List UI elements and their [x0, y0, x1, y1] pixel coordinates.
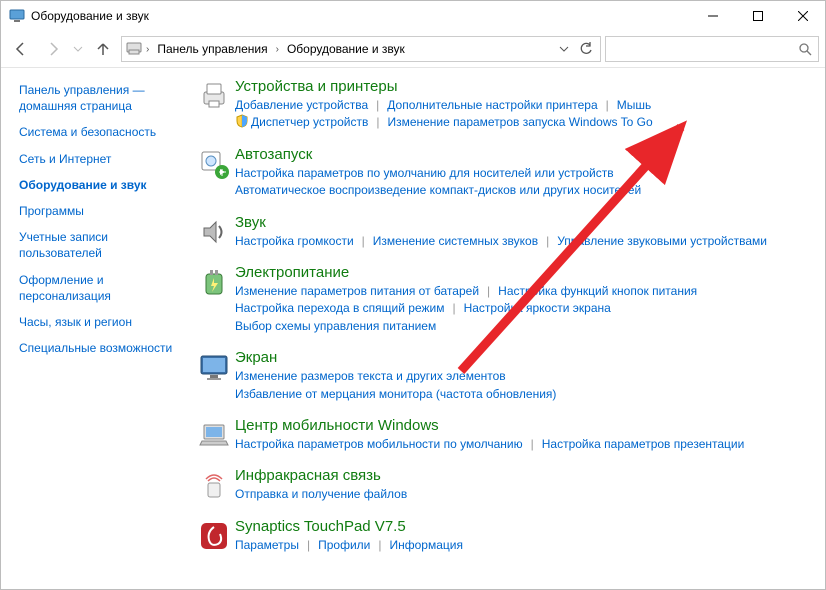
link-separator: | [376, 97, 379, 114]
category-link[interactable]: Автоматическое воспроизведение компакт-д… [235, 182, 641, 199]
category-section: Synaptics TouchPad V7.5 Параметры | Профили… [193, 518, 807, 554]
category-section: Звук Настройка громкости | Изменение систем… [193, 214, 807, 250]
sidebar-item[interactable]: Специальные возможности [19, 340, 183, 356]
link-separator: | [452, 300, 455, 317]
category-section: Экран Изменение размеров текста и других … [193, 349, 807, 403]
category-title[interactable]: Звук [235, 214, 807, 231]
category-links: Отправка и получение файлов [235, 486, 807, 503]
infrared-icon [198, 469, 230, 501]
search-icon [798, 42, 812, 56]
link-separator: | [376, 114, 379, 131]
category-link[interactable]: Диспетчер устройств [235, 114, 368, 131]
link-separator: | [378, 537, 381, 554]
category-links: Изменение размеров текста и других элеме… [235, 368, 807, 403]
content: Устройства и принтеры Добавление устройст… [193, 68, 825, 590]
category-link[interactable]: Профили [318, 537, 370, 554]
chevron-right-icon[interactable]: › [276, 44, 279, 55]
address-icon [126, 41, 142, 57]
minimize-button[interactable] [690, 1, 735, 31]
link-separator: | [531, 436, 534, 453]
forward-button[interactable] [39, 35, 67, 63]
link-separator: | [606, 97, 609, 114]
category-link[interactable]: Дополнительные настройки принтера [387, 97, 597, 114]
category-section: Электропитание Изменение параметров питан… [193, 264, 807, 335]
link-separator: | [546, 233, 549, 250]
category-link[interactable]: Настройка параметров презентации [542, 436, 745, 453]
titlebar: Оборудование и звук [1, 1, 825, 31]
category-link[interactable]: Отправка и получение файлов [235, 486, 407, 503]
category-link[interactable]: Выбор схемы управления питанием [235, 318, 436, 335]
sidebar-item[interactable]: Система и безопасность [19, 124, 183, 140]
link-separator: | [362, 233, 365, 250]
devices-printers-icon [198, 80, 230, 112]
category-links: Изменение параметров питания от батарей|… [235, 283, 807, 335]
category-links: Настройка громкости | Изменение системных … [235, 233, 807, 250]
category-link[interactable]: Настройка перехода в спящий режим [235, 300, 444, 317]
close-button[interactable] [780, 1, 825, 31]
category-link[interactable]: Настройка яркости экрана [464, 300, 611, 317]
address-bar[interactable]: › Панель управления › Оборудование и зву… [121, 36, 601, 62]
sidebar-item[interactable]: Оформление и персонализация [19, 272, 183, 304]
sidebar-item[interactable]: Учетные записи пользователей [19, 229, 183, 261]
refresh-button[interactable] [576, 38, 596, 60]
category-link[interactable]: Избавление от мерцания монитора (частота… [235, 386, 556, 403]
category-title[interactable]: Центр мобильности Windows [235, 417, 807, 434]
window-title: Оборудование и звук [31, 9, 690, 23]
sidebar-item[interactable]: Программы [19, 203, 183, 219]
maximize-button[interactable] [735, 1, 780, 31]
category-section: Автозапуск Настройка параметров по умолча… [193, 146, 807, 200]
up-button[interactable] [89, 35, 117, 63]
search-input[interactable] [605, 36, 819, 62]
category-link[interactable]: Настройка функций кнопок питания [498, 283, 697, 300]
category-section: Инфракрасная связь Отправка и получение ф… [193, 467, 807, 503]
back-button[interactable] [7, 35, 35, 63]
category-title[interactable]: Инфракрасная связь [235, 467, 807, 484]
category-section: Устройства и принтеры Добавление устройст… [193, 78, 807, 132]
breadcrumb-root[interactable]: Панель управления [153, 38, 271, 60]
toolbar: › Панель управления › Оборудование и зву… [1, 31, 825, 68]
category-section: Центр мобильности Windows Настройка парам… [193, 417, 807, 453]
link-separator: | [307, 537, 310, 554]
sidebar-item[interactable]: Панель управления — домашняя страница [19, 82, 183, 114]
category-link[interactable]: Информация [389, 537, 462, 554]
autoplay-icon [198, 148, 230, 180]
category-links: Параметры | Профили | Информация [235, 537, 807, 554]
category-link[interactable]: Изменение параметров питания от батарей [235, 283, 479, 300]
category-title[interactable]: Устройства и принтеры [235, 78, 807, 95]
breadcrumb-current[interactable]: Оборудование и звук [283, 38, 409, 60]
app-icon [9, 8, 25, 24]
mobility-icon [198, 419, 230, 451]
category-links: Настройка параметров мобильности по умол… [235, 436, 807, 453]
shield-icon [235, 114, 249, 128]
recent-dropdown[interactable] [71, 35, 85, 63]
category-links: Настройка параметров по умолчанию для но… [235, 165, 807, 200]
power-icon [198, 266, 230, 298]
category-link[interactable]: Изменение параметров запуска Windows To … [387, 114, 652, 131]
category-link[interactable]: Добавление устройства [235, 97, 368, 114]
category-link[interactable]: Мышь [617, 97, 652, 114]
category-title[interactable]: Экран [235, 349, 807, 366]
sidebar-item[interactable]: Сеть и Интернет [19, 151, 183, 167]
category-title[interactable]: Автозапуск [235, 146, 807, 163]
display-icon [198, 351, 230, 383]
chevron-right-icon[interactable]: › [146, 44, 149, 55]
synaptics-icon [198, 520, 230, 552]
sidebar-item[interactable]: Оборудование и звук [19, 177, 183, 193]
category-links: Добавление устройства | Дополнительные нас… [235, 97, 807, 132]
link-separator: | [487, 283, 490, 300]
category-title[interactable]: Synaptics TouchPad V7.5 [235, 518, 807, 535]
sidebar-item[interactable]: Часы, язык и регион [19, 314, 183, 330]
category-link[interactable]: Изменение размеров текста и других элеме… [235, 368, 506, 385]
address-dropdown[interactable] [554, 38, 574, 60]
category-link[interactable]: Изменение системных звуков [373, 233, 538, 250]
category-link[interactable]: Управление звуковыми устройствами [557, 233, 767, 250]
category-link[interactable]: Настройка параметров по умолчанию для но… [235, 165, 614, 182]
sidebar: Панель управления — домашняя страница Сис… [1, 68, 193, 590]
category-title[interactable]: Электропитание [235, 264, 807, 281]
category-link[interactable]: Настройка параметров мобильности по умол… [235, 436, 523, 453]
category-link[interactable]: Параметры [235, 537, 299, 554]
category-link[interactable]: Настройка громкости [235, 233, 354, 250]
sound-icon [198, 216, 230, 248]
